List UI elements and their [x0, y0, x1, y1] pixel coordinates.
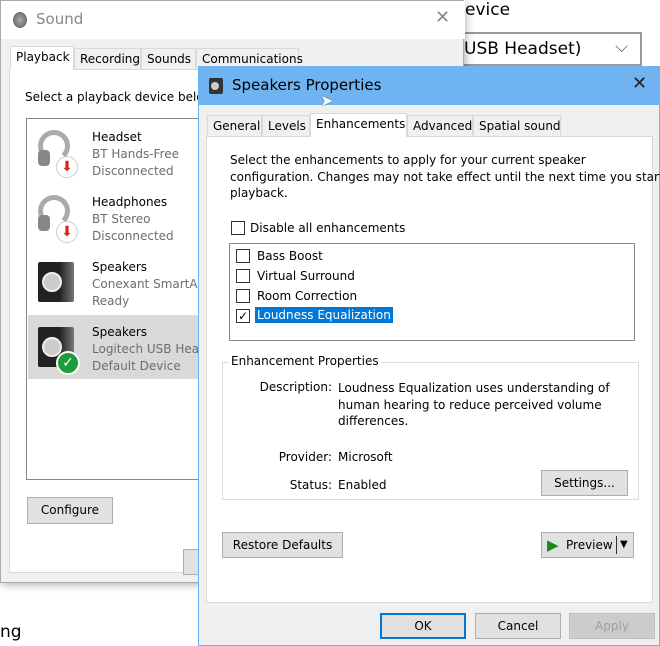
settings-button[interactable]: Settings...: [541, 470, 628, 496]
device-status: Default Device: [92, 359, 181, 373]
play-icon: ▶: [547, 536, 559, 554]
tab-levels[interactable]: Levels: [262, 115, 310, 137]
sound-title-bar: Sound ✕: [1, 1, 465, 39]
cancel-button[interactable]: Cancel: [475, 613, 561, 639]
tab-recording[interactable]: Recording: [74, 48, 141, 70]
checkbox[interactable]: [236, 269, 250, 283]
enhancement-properties-group: Enhancement Properties Description: Loud…: [222, 354, 639, 500]
device-status: Ready: [92, 294, 130, 308]
description-label: Description:: [259, 380, 332, 394]
checkbox-checked[interactable]: ✓: [236, 309, 250, 323]
enhancement-label: Loudness Equalization: [255, 307, 393, 323]
intro-text: Select the enhancements to apply for you…: [230, 152, 660, 202]
close-icon[interactable]: ✕: [435, 7, 450, 28]
device-detail: BT Hands-Free: [92, 147, 180, 161]
window-title: Sound: [36, 10, 84, 28]
enhancements-panel: Select the enhancements to apply for you…: [206, 136, 660, 603]
headset-icon: ⬇: [36, 128, 78, 178]
background-label: evice: [465, 0, 511, 20]
restore-defaults-button[interactable]: Restore Defaults: [222, 532, 343, 558]
speaker-icon: ✓: [36, 323, 80, 375]
checkbox-label: Disable all enhancements: [250, 221, 406, 235]
dropdown-arrow-icon[interactable]: ▼: [620, 533, 628, 557]
dialog-title: Speakers Properties: [232, 76, 382, 94]
properties-title-bar: Speakers Properties ✕ ➤: [199, 67, 660, 110]
device-name: Headphones: [92, 195, 168, 209]
tab-enhancements[interactable]: Enhancements: [310, 113, 407, 137]
device-detail: BT Stereo: [92, 212, 151, 226]
apply-button[interactable]: Apply: [569, 613, 655, 639]
speaker-icon: [36, 258, 76, 306]
mouse-cursor-icon: ➤: [320, 91, 334, 110]
intro-line: configuration. Changes may not take effe…: [230, 169, 660, 184]
checkbox[interactable]: [231, 221, 245, 235]
group-title: Enhancement Properties: [229, 354, 381, 368]
tab-playback[interactable]: Playback: [10, 46, 74, 70]
disconnected-arrow-icon: ⬇: [56, 156, 78, 178]
combo-value: USB Headset): [464, 39, 582, 59]
tab-advanced[interactable]: Advanced: [407, 115, 473, 137]
headphones-icon: ⬇: [36, 193, 78, 243]
status-value: Enabled: [338, 478, 387, 492]
disconnected-arrow-icon: ⬇: [56, 221, 78, 243]
device-name: Speakers: [92, 325, 148, 339]
preview-label: Preview: [566, 538, 613, 552]
device-name: Headset: [92, 130, 142, 144]
device-name: Speakers: [92, 260, 148, 274]
tab-general[interactable]: General: [207, 115, 262, 137]
playback-prompt: Select a playback device below: [25, 90, 214, 104]
device-status: Disconnected: [92, 164, 174, 178]
tab-spatial-sound[interactable]: Spatial sound: [473, 115, 561, 137]
background-device-combo[interactable]: USB Headset) ⌵: [462, 32, 642, 66]
checkbox[interactable]: [236, 289, 250, 303]
speaker-icon: [209, 78, 223, 94]
provider-value: Microsoft: [338, 450, 393, 464]
background-text: ng: [0, 622, 22, 642]
tab-sounds[interactable]: Sounds: [141, 48, 196, 70]
description-line: differences.: [338, 414, 409, 428]
device-status: Disconnected: [92, 229, 174, 243]
speaker-app-icon: [13, 12, 27, 28]
configure-button[interactable]: Configure: [27, 497, 113, 524]
chevron-down-icon: ⌵: [615, 37, 628, 57]
enhancement-label: Virtual Surround: [257, 269, 355, 283]
default-check-icon: ✓: [56, 351, 80, 375]
enhancement-label: Room Correction: [257, 289, 358, 303]
description-text: Loudness Equalization uses understanding…: [338, 380, 610, 430]
ok-button[interactable]: OK: [380, 613, 466, 639]
status-label: Status:: [289, 478, 332, 492]
intro-line: playback.: [230, 186, 288, 200]
speakers-properties-dialog: Speakers Properties ✕ ➤ General Levels E…: [198, 66, 660, 646]
intro-line: Select the enhancements to apply for you…: [230, 153, 586, 167]
preview-button[interactable]: ▶ Preview ▼: [541, 532, 634, 558]
provider-label: Provider:: [278, 450, 332, 464]
enhancement-list: Bass Boost Virtual Surround Room Correct…: [229, 243, 635, 341]
checkbox[interactable]: [236, 249, 250, 263]
description-line: Loudness Equalization uses understanding…: [338, 381, 610, 395]
description-line: human hearing to reduce perceived volume: [338, 397, 602, 412]
enhancement-label: Bass Boost: [257, 249, 323, 263]
close-icon[interactable]: ✕: [632, 73, 647, 94]
